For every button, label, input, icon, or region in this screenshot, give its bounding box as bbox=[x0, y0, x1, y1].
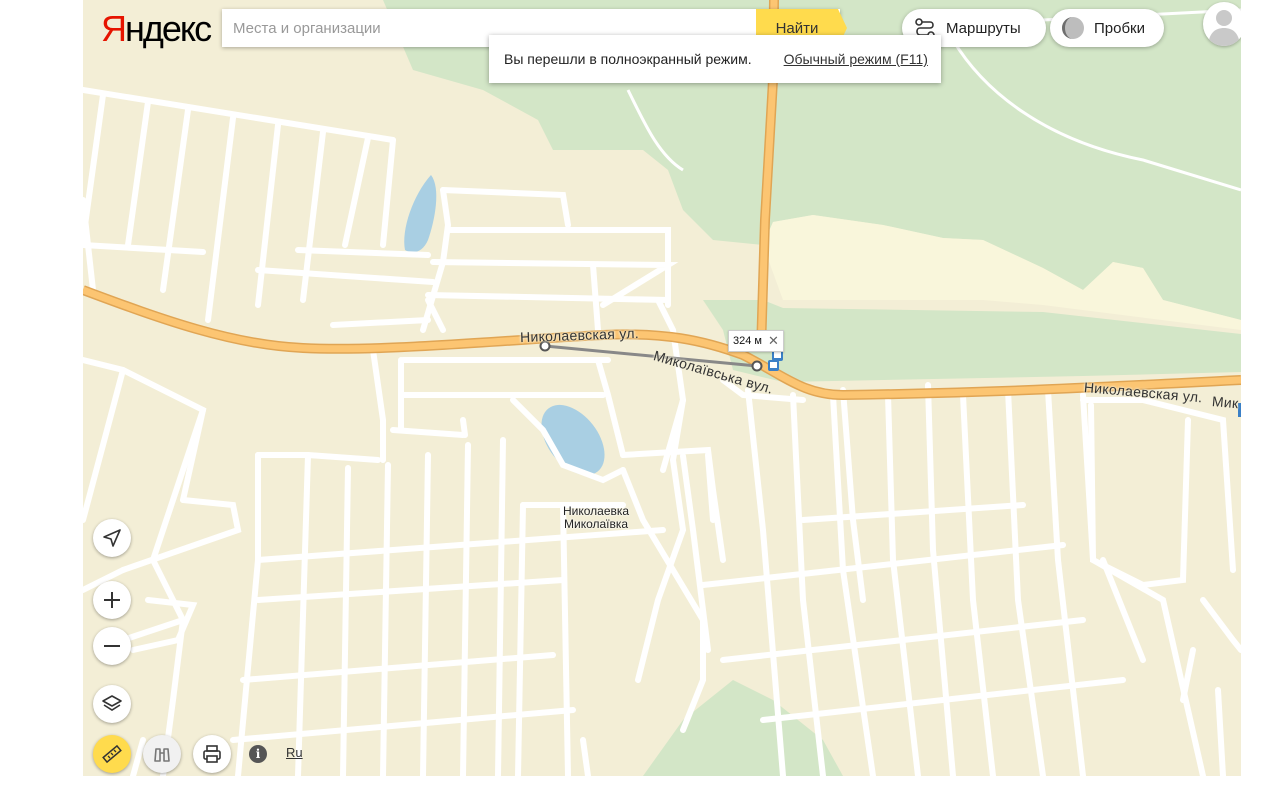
user-avatar[interactable] bbox=[1203, 2, 1241, 46]
info-icon[interactable]: i bbox=[249, 745, 267, 763]
user-icon bbox=[1208, 10, 1240, 46]
fullscreen-notice: Вы перешли в полноэкранный режим. Обычны… bbox=[489, 35, 941, 83]
layers-icon bbox=[102, 695, 122, 711]
logo-first-letter: Я bbox=[101, 8, 127, 49]
binoculars-icon bbox=[154, 748, 170, 762]
normal-mode-link[interactable]: Обычный режим (F11) bbox=[784, 51, 928, 67]
measure-distance: 324 м bbox=[733, 335, 762, 347]
yandex-logo[interactable]: Яндекс bbox=[101, 8, 212, 50]
locate-button[interactable] bbox=[93, 519, 131, 557]
traffic-icon bbox=[1062, 17, 1084, 39]
measure-close-icon[interactable]: ✕ bbox=[768, 333, 779, 349]
ruler-icon bbox=[102, 744, 122, 764]
street-label: Мик bbox=[1211, 393, 1240, 412]
locate-icon bbox=[103, 529, 121, 547]
print-icon bbox=[203, 745, 221, 763]
logo-rest: ндекс bbox=[125, 8, 212, 49]
routes-label: Маршруты bbox=[946, 19, 1021, 37]
traffic-label: Пробки bbox=[1094, 19, 1145, 37]
place-label: Николаевка Миколаївка bbox=[563, 505, 629, 531]
map-canvas[interactable] bbox=[83, 0, 1241, 776]
zoom-in-icon bbox=[104, 592, 120, 608]
ruler-button[interactable] bbox=[93, 735, 131, 773]
panorama-button[interactable] bbox=[143, 735, 181, 773]
measure-distance-label: 324 м ✕ bbox=[728, 330, 784, 352]
notice-message: Вы перешли в полноэкранный режим. bbox=[504, 51, 752, 67]
traffic-button[interactable]: Пробки bbox=[1050, 9, 1164, 47]
measure-point-end[interactable] bbox=[751, 360, 763, 372]
zoom-in-button[interactable] bbox=[93, 581, 131, 619]
zoom-out-button[interactable] bbox=[93, 627, 131, 665]
zoom-out-icon bbox=[104, 645, 120, 647]
language-switch[interactable]: Ru bbox=[286, 745, 303, 760]
print-button[interactable] bbox=[193, 735, 231, 773]
place-name-ua: Миколаївка bbox=[564, 517, 629, 531]
map-frame[interactable]: Николаевская ул. Миколаївська вул. Никол… bbox=[83, 0, 1241, 776]
layers-button[interactable] bbox=[93, 685, 131, 723]
